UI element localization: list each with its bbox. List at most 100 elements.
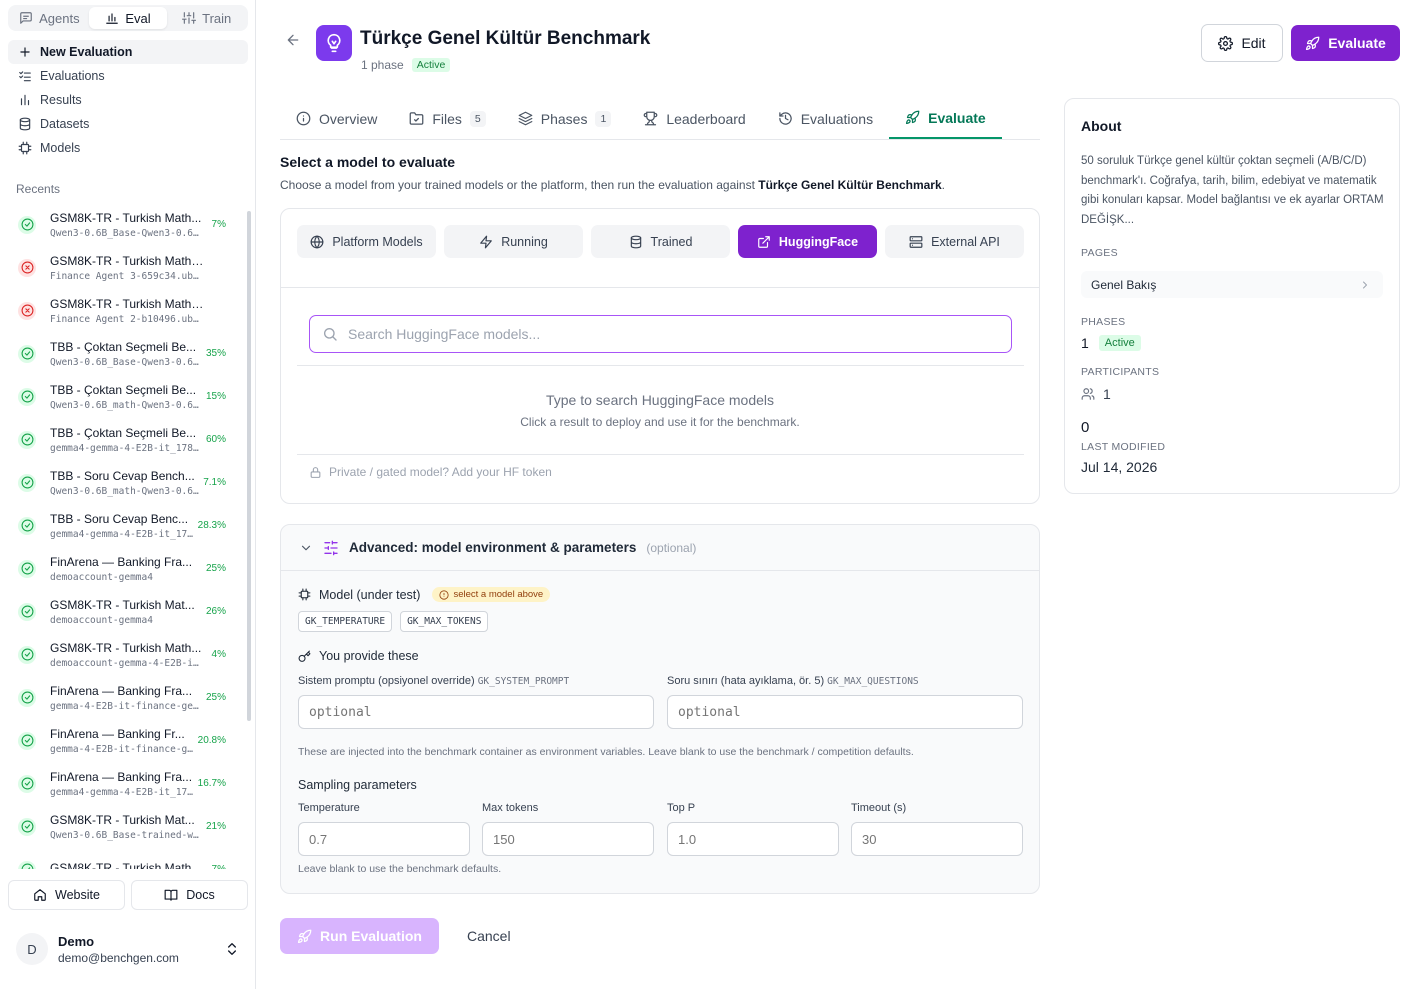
user-menu[interactable]: D Demo demo@benchgen.com <box>8 921 248 977</box>
mode-tab-label: Eval <box>125 10 151 26</box>
check-circle-icon <box>21 648 33 661</box>
recent-item[interactable]: FinArena — Banking Fra... gemma-4-E2B-it-… <box>10 676 242 719</box>
cancel-button[interactable]: Cancel <box>467 928 511 944</box>
docs-button[interactable]: Docs <box>131 880 248 910</box>
recent-item[interactable]: TBB - Çoktan Seçmeli Be... gemma4-gemma-4… <box>10 418 242 461</box>
field-env: GK_SYSTEM_PROMPT <box>477 676 570 687</box>
sidebar-item-datasets[interactable]: Datasets <box>8 112 248 136</box>
source-huggingface[interactable]: HuggingFace <box>738 225 877 258</box>
max-tokens-input[interactable] <box>482 822 654 856</box>
source-platform-models[interactable]: Platform Models <box>297 225 436 258</box>
mode-tab-agents[interactable]: Agents <box>10 7 89 29</box>
hf-search-input[interactable] <box>348 326 968 342</box>
tab-files[interactable]: Files 5 <box>393 98 501 139</box>
sidebar-item-label: Datasets <box>40 117 90 131</box>
recent-item[interactable]: TBB - Soru Cevap Bench... Qwen3-0.6B_math… <box>10 461 242 504</box>
participants-label: PARTICIPANTS <box>1081 366 1160 378</box>
back-button[interactable] <box>285 32 301 48</box>
mode-tab-eval[interactable]: Eval <box>88 7 168 29</box>
website-button[interactable]: Website <box>8 880 125 910</box>
recent-score: 35% <box>205 348 226 359</box>
benchmark-tabs: Overview Files 5 Phases 1 Leaderboard Ev… <box>280 98 1040 140</box>
max-questions-input[interactable] <box>667 695 1023 729</box>
system-prompt-input[interactable] <box>298 695 654 729</box>
divider <box>281 287 1039 288</box>
chevron-down-icon <box>301 545 311 550</box>
sidebar-item-label: New Evaluation <box>40 45 133 59</box>
recent-item[interactable]: GSM8K-TR - Turkish Math... demoaccount-ge… <box>10 633 242 676</box>
tab-leaderboard[interactable]: Leaderboard <box>627 98 761 139</box>
temperature-label: Temperature <box>298 802 360 814</box>
recent-item[interactable]: GSM8K-TR - Turkish Math Rea... Finance Ag… <box>10 246 242 289</box>
tab-evaluations[interactable]: Evaluations <box>762 98 889 139</box>
recent-item[interactable]: TBB - Çoktan Seçmeli Be... Qwen3-0.6B_mat… <box>10 375 242 418</box>
scrollbar-thumb[interactable] <box>247 211 251 721</box>
recent-item[interactable]: TBB - Soru Cevap Benc... gemma4-gemma-4-E… <box>10 504 242 547</box>
recent-item[interactable]: GSM8K-TR - Turkish Mat... Qwen3-0.6B_Base… <box>10 805 242 848</box>
status-icon <box>18 817 36 836</box>
evaluate-label: Evaluate <box>1328 35 1386 51</box>
run-evaluation-button[interactable]: Run Evaluation <box>280 918 439 954</box>
sidebar-item-results[interactable]: Results <box>8 88 248 112</box>
model-select-card: Platform Models Running Trained HuggingF… <box>280 208 1040 504</box>
recent-item[interactable]: GSM8K-TR - Turkish Math... Qwen3-0.6B_Bas… <box>10 203 242 246</box>
sidebar-item-evaluations[interactable]: Evaluations <box>8 64 248 88</box>
page-link-genel-bakis[interactable]: Genel Bakış <box>1081 271 1383 298</box>
temperature-input[interactable] <box>298 822 470 856</box>
recent-score: 20.8% <box>197 735 226 746</box>
tab-overview[interactable]: Overview <box>280 98 393 139</box>
recent-subtitle: Qwen3-0.6B_Base-trained-wi... <box>50 829 204 841</box>
source-running[interactable]: Running <box>444 225 583 258</box>
mode-tab-train[interactable]: Train <box>167 7 246 29</box>
history-icon <box>778 112 792 125</box>
status-icon <box>18 645 36 664</box>
recent-item[interactable]: GSM8K-TR - Turkish Math Rea... Finance Ag… <box>10 289 242 332</box>
sidebar-item-models[interactable]: Models <box>8 136 248 160</box>
edit-button[interactable]: Edit <box>1201 24 1283 62</box>
model-source-tabs: Platform Models Running Trained HuggingF… <box>297 225 1024 258</box>
recent-item[interactable]: GSM8K-TR - Turkish Math... 7% <box>10 848 242 869</box>
recent-score: 15% <box>205 391 226 402</box>
recent-item[interactable]: GSM8K-TR - Turkish Mat... demoaccount-gem… <box>10 590 242 633</box>
hf-search-box[interactable] <box>309 315 1012 353</box>
edit-label: Edit <box>1241 35 1266 51</box>
top-p-input[interactable] <box>667 822 839 856</box>
divider <box>297 454 1024 455</box>
check-circle-icon <box>21 562 33 575</box>
recent-item[interactable]: FinArena — Banking Fr... gemma-4-E2B-it-f… <box>10 719 242 762</box>
timeout-input[interactable] <box>851 822 1023 856</box>
source-label: HuggingFace <box>778 234 859 249</box>
evaluate-button[interactable]: Evaluate <box>1291 25 1400 61</box>
rocket-icon <box>1306 36 1320 50</box>
recent-title: TBB - Çoktan Seçmeli Be... <box>50 339 197 354</box>
source-external-api[interactable]: External API <box>885 225 1024 258</box>
tab-phases[interactable]: Phases 1 <box>502 98 628 139</box>
recent-score: 28.3% <box>197 520 226 531</box>
advanced-toggle[interactable]: Advanced: model environment & parameters… <box>281 525 1039 571</box>
hf-token-link[interactable]: Private / gated model? Add your HF token <box>309 465 552 479</box>
sidebar-item-new-evaluation[interactable]: New Evaluation <box>8 40 248 64</box>
recents-scrollbar[interactable] <box>246 205 252 869</box>
recent-subtitle: Finance Agent 2-b10496.ubos-her... <box>50 313 204 325</box>
timeout-label: Timeout (s) <box>851 802 907 814</box>
recent-item[interactable]: TBB - Çoktan Seçmeli Be... Qwen3-0.6B_Bas… <box>10 332 242 375</box>
empty-state-title: Type to search HuggingFace models <box>545 392 774 408</box>
status-icon <box>18 258 36 277</box>
recent-text: TBB - Soru Cevap Bench... Qwen3-0.6B_math… <box>50 469 203 497</box>
chat-icon <box>20 12 32 24</box>
env-chip: GK_TEMPERATURE <box>298 611 393 632</box>
sampling-note: Leave blank to use the benchmark default… <box>298 863 502 875</box>
source-trained[interactable]: Trained <box>591 225 730 258</box>
tab-evaluate[interactable]: Evaluate <box>889 98 1002 139</box>
field-label: Soru sınırı (hata ayıklama, ör. 5) <box>667 675 825 687</box>
recent-item[interactable]: FinArena — Banking Fra... gemma4-gemma-4-… <box>10 762 242 805</box>
plus-icon <box>20 47 30 57</box>
server-icon <box>909 235 923 248</box>
recent-item[interactable]: FinArena — Banking Fra... demoaccount-gem… <box>10 547 242 590</box>
system-prompt-label: Sistem promptu (opsiyonel override) GK_SY… <box>298 675 569 687</box>
empty-state-subtitle: Click a result to deploy and use it for … <box>520 415 800 429</box>
submissions-count: 0 <box>1081 419 1090 436</box>
recent-subtitle: Qwen3-0.6B_Base-Qwen3-0.6... <box>50 356 204 368</box>
hf-token-label: Private / gated model? Add your HF token <box>329 465 552 479</box>
about-description: 50 soruluk Türkçe genel kültür çoktan se… <box>1081 155 1384 226</box>
